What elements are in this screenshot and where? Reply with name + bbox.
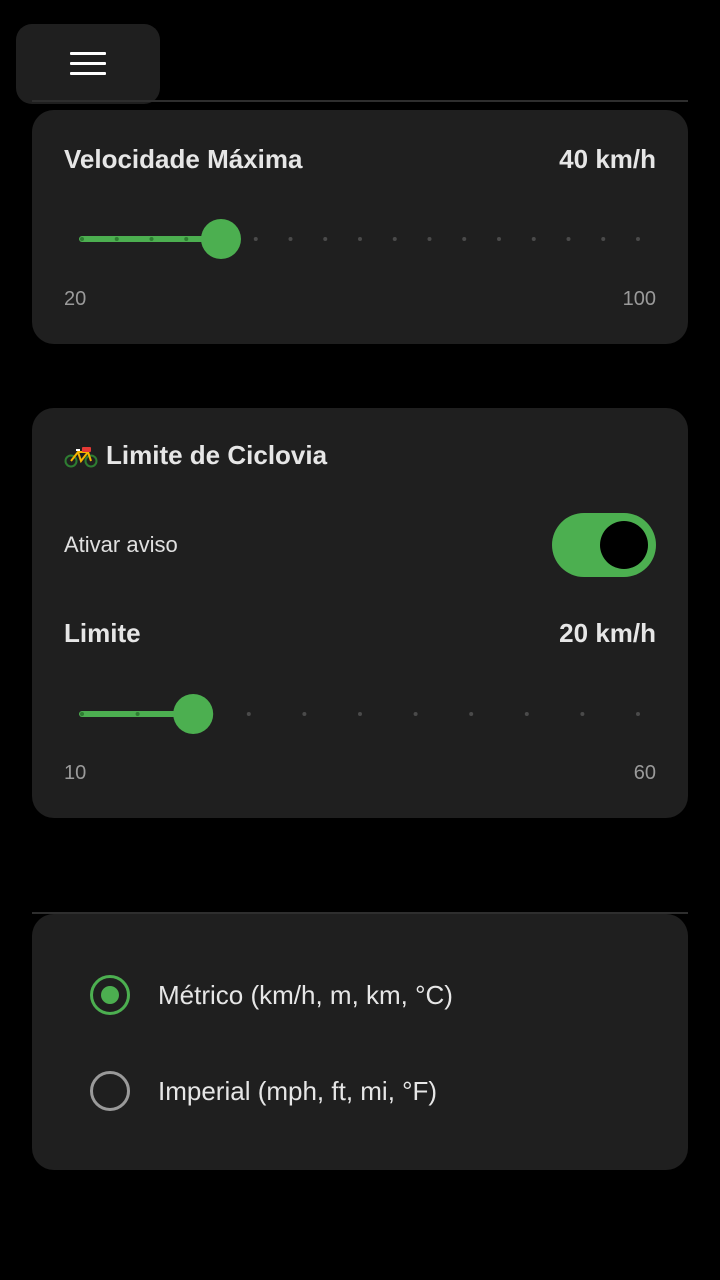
bike-limit-slider[interactable] <box>79 692 640 736</box>
slider-tick <box>288 237 293 241</box>
slider-thumb[interactable] <box>201 219 241 259</box>
bike-lane-card: Limite de Ciclovia Ativar aviso Limite 2… <box>32 408 688 818</box>
max-speed-min-label: 20 <box>64 288 87 310</box>
max-speed-max-label: 100 <box>622 288 656 310</box>
slider-tick <box>469 712 474 716</box>
slider-tick <box>427 237 432 241</box>
imperial-option[interactable]: Imperial (mph, ft, mi, °F) <box>90 1071 437 1111</box>
slider-tick <box>246 712 251 716</box>
slider-tick <box>601 237 606 241</box>
imperial-radio[interactable] <box>90 1071 130 1111</box>
slider-tick <box>302 712 307 716</box>
slider-tick <box>636 712 640 716</box>
slider-tick <box>531 237 536 241</box>
slider-tick <box>253 237 258 241</box>
bike-limit-min-label: 10 <box>64 762 87 784</box>
limit-title: Limite <box>64 618 141 648</box>
limit-value: 20 km/h <box>559 618 656 648</box>
warning-toggle[interactable] <box>552 513 656 577</box>
metric-radio[interactable] <box>90 975 130 1015</box>
metric-label: Métrico (km/h, m, km, °C) <box>158 979 453 1010</box>
warning-toggle-label: Ativar aviso <box>64 532 178 557</box>
max-speed-slider[interactable] <box>79 217 640 261</box>
slider-tick <box>80 237 84 241</box>
metric-option[interactable]: Métrico (km/h, m, km, °C) <box>90 975 453 1015</box>
slider-tick <box>392 237 397 241</box>
slider-tick <box>524 712 529 716</box>
bike-limit-max-label: 60 <box>633 762 656 784</box>
slider-tick <box>135 712 140 716</box>
bicycle-icon <box>64 446 98 467</box>
menu-button[interactable] <box>16 24 160 104</box>
slider-tick <box>497 237 501 241</box>
slider-tick <box>323 237 328 241</box>
slider-tick <box>566 237 571 241</box>
hamburger-menu-icon <box>70 52 106 76</box>
slider-tick <box>80 712 84 716</box>
slider-thumb[interactable] <box>173 694 214 734</box>
units-card: Métrico (km/h, m, km, °C) Imperial (mph,… <box>32 914 688 1170</box>
slider-tick <box>413 712 418 716</box>
max-speed-card: Velocidade Máxima 40 km/h 20 100 <box>32 110 688 344</box>
bike-lane-header: Limite de Ciclovia <box>64 440 327 471</box>
slider-tick <box>114 237 119 241</box>
slider-tick <box>149 237 154 241</box>
bike-lane-title: Limite de Ciclovia <box>106 440 328 470</box>
top-divider <box>32 100 688 102</box>
slider-tick <box>580 712 585 716</box>
slider-tick <box>358 237 362 241</box>
max-speed-value: 40 km/h <box>559 144 656 174</box>
slider-tick <box>184 237 189 241</box>
slider-tick <box>462 237 467 241</box>
imperial-label: Imperial (mph, ft, mi, °F) <box>158 1075 438 1106</box>
slider-tick <box>358 712 362 716</box>
toggle-knob <box>600 521 648 569</box>
max-speed-title: Velocidade Máxima <box>64 144 303 174</box>
slider-tick <box>636 237 640 241</box>
